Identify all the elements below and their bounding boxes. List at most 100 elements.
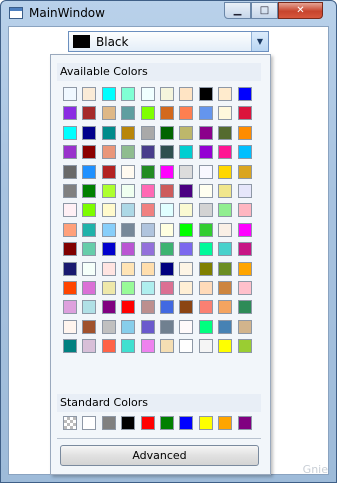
color-swatch[interactable] — [218, 164, 233, 179]
color-swatch[interactable] — [237, 319, 252, 334]
color-swatch[interactable] — [140, 164, 155, 179]
color-swatch[interactable] — [101, 319, 116, 334]
color-swatch[interactable] — [218, 184, 233, 198]
color-swatch[interactable] — [198, 319, 213, 334]
color-swatch[interactable] — [198, 87, 213, 101]
color-swatch[interactable] — [198, 106, 213, 121]
color-swatch[interactable] — [82, 203, 97, 218]
color-combo-box[interactable]: Black ▼ — [68, 31, 269, 52]
color-swatch[interactable] — [198, 242, 213, 257]
color-swatch[interactable] — [82, 319, 97, 334]
color-swatch[interactable] — [237, 416, 252, 430]
color-swatch[interactable] — [121, 300, 136, 315]
color-swatch[interactable] — [82, 300, 97, 315]
color-swatch[interactable] — [179, 300, 194, 315]
color-swatch[interactable] — [121, 319, 136, 334]
color-swatch[interactable] — [179, 242, 194, 257]
color-swatch[interactable] — [140, 416, 155, 430]
color-swatch[interactable] — [101, 416, 116, 430]
color-swatch[interactable] — [218, 339, 233, 354]
color-swatch[interactable] — [160, 203, 174, 218]
color-swatch[interactable] — [218, 319, 233, 334]
color-swatch[interactable] — [237, 184, 252, 198]
color-swatch[interactable] — [198, 125, 213, 140]
color-swatch[interactable] — [160, 164, 174, 179]
color-swatch[interactable] — [160, 281, 174, 295]
color-swatch[interactable] — [63, 281, 77, 295]
color-swatch[interactable] — [121, 106, 136, 121]
color-swatch[interactable] — [121, 125, 136, 140]
color-swatch[interactable] — [140, 203, 155, 218]
color-swatch[interactable] — [218, 203, 233, 218]
color-swatch[interactable] — [160, 184, 174, 198]
color-swatch[interactable] — [218, 261, 233, 276]
color-swatch[interactable] — [140, 281, 155, 295]
color-swatch[interactable] — [160, 125, 174, 140]
color-swatch[interactable] — [82, 416, 97, 430]
color-swatch[interactable] — [101, 106, 116, 121]
color-swatch[interactable] — [160, 261, 174, 276]
color-swatch[interactable] — [160, 242, 174, 257]
color-swatch[interactable] — [160, 222, 174, 237]
color-swatch[interactable] — [160, 319, 174, 334]
color-swatch[interactable] — [218, 416, 233, 430]
color-swatch[interactable] — [140, 261, 155, 276]
color-swatch[interactable] — [121, 87, 136, 101]
color-swatch[interactable] — [63, 125, 77, 140]
color-swatch[interactable] — [121, 145, 136, 160]
close-button[interactable]: ✕ — [278, 2, 323, 19]
color-swatch[interactable] — [101, 339, 116, 354]
color-swatch[interactable] — [179, 125, 194, 140]
color-swatch[interactable] — [140, 300, 155, 315]
color-swatch[interactable] — [63, 416, 77, 430]
color-swatch[interactable] — [121, 281, 136, 295]
color-swatch[interactable] — [198, 164, 213, 179]
color-swatch[interactable] — [82, 164, 97, 179]
color-swatch[interactable] — [121, 203, 136, 218]
color-swatch[interactable] — [63, 300, 77, 315]
color-swatch[interactable] — [218, 145, 233, 160]
color-swatch[interactable] — [237, 106, 252, 121]
color-swatch[interactable] — [179, 203, 194, 218]
color-swatch[interactable] — [218, 125, 233, 140]
color-swatch[interactable] — [63, 319, 77, 334]
color-swatch[interactable] — [101, 300, 116, 315]
color-swatch[interactable] — [198, 339, 213, 354]
color-swatch[interactable] — [140, 319, 155, 334]
color-swatch[interactable] — [101, 261, 116, 276]
color-swatch[interactable] — [140, 125, 155, 140]
color-swatch[interactable] — [179, 164, 194, 179]
color-swatch[interactable] — [82, 339, 97, 354]
color-swatch[interactable] — [101, 203, 116, 218]
color-swatch[interactable] — [121, 184, 136, 198]
color-swatch[interactable] — [82, 106, 97, 121]
color-swatch[interactable] — [121, 339, 136, 354]
color-swatch[interactable] — [160, 145, 174, 160]
color-swatch[interactable] — [101, 184, 116, 198]
color-swatch[interactable] — [63, 203, 77, 218]
color-swatch[interactable] — [160, 300, 174, 315]
advanced-button[interactable]: Advanced — [60, 445, 259, 466]
color-swatch[interactable] — [198, 184, 213, 198]
color-swatch[interactable] — [198, 281, 213, 295]
color-swatch[interactable] — [101, 242, 116, 257]
color-swatch[interactable] — [218, 222, 233, 237]
color-swatch[interactable] — [179, 222, 194, 237]
color-swatch[interactable] — [237, 261, 252, 276]
color-swatch[interactable] — [237, 87, 252, 101]
color-swatch[interactable] — [82, 242, 97, 257]
color-swatch[interactable] — [198, 300, 213, 315]
color-swatch[interactable] — [198, 416, 213, 430]
color-swatch[interactable] — [140, 242, 155, 257]
color-swatch[interactable] — [179, 87, 194, 101]
color-swatch[interactable] — [140, 87, 155, 101]
color-swatch[interactable] — [63, 145, 77, 160]
color-swatch[interactable] — [63, 242, 77, 257]
color-swatch[interactable] — [82, 281, 97, 295]
color-swatch[interactable] — [82, 125, 97, 140]
color-swatch[interactable] — [237, 222, 252, 237]
color-swatch[interactable] — [179, 106, 194, 121]
color-swatch[interactable] — [198, 261, 213, 276]
color-swatch[interactable] — [160, 87, 174, 101]
color-swatch[interactable] — [63, 261, 77, 276]
